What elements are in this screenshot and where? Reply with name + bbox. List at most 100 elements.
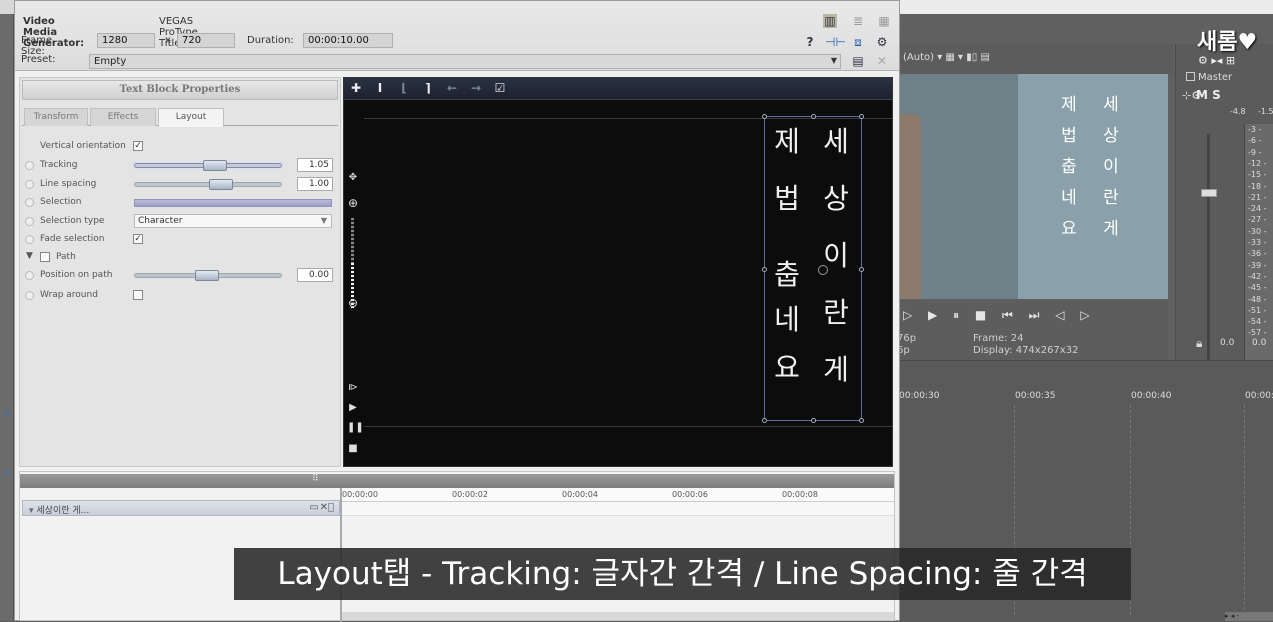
frame-height-field[interactable]: 720 <box>177 33 235 48</box>
mute-solo-buttons[interactable]: M S <box>1196 88 1221 102</box>
tracking-slider[interactable] <box>134 160 282 171</box>
position-on-path-slider[interactable] <box>134 270 282 281</box>
text-char: 상 <box>823 182 849 215</box>
resize-handle[interactable] <box>762 418 767 423</box>
text-char: 요 <box>774 351 800 384</box>
line-spacing-value-field[interactable]: 1.00 <box>297 177 333 191</box>
list-view-icon[interactable]: ≣ <box>851 14 865 28</box>
selected-text-block[interactable]: 세 상 이 란 게 제 법 춥 네 요 <box>762 114 864 423</box>
track-name: 세상이란 게... <box>36 506 90 516</box>
selection-type-dropdown[interactable]: Character ▼ <box>134 214 332 228</box>
ruler-label: 00:00:02 <box>452 490 488 499</box>
duration-label: Duration: <box>247 35 294 46</box>
selection-type-value: Character <box>138 216 183 226</box>
position-on-path-value-field[interactable]: 0.00 <box>297 268 333 282</box>
stop-icon[interactable]: ■ <box>347 443 359 454</box>
move-icon[interactable]: ✥ <box>347 172 359 183</box>
split-icon[interactable]: ⊣⊢ <box>825 35 846 49</box>
fit-frame-icon[interactable]: ⧈ <box>851 35 865 49</box>
copy-snapshot-icon[interactable]: ▮▯ <box>966 52 980 63</box>
timeline-ruler[interactable]: 00:00:00 00:00:02 00:00:04 00:00:06 00:0… <box>342 488 894 502</box>
preview-char: 게 <box>1103 219 1119 239</box>
resize-handle[interactable] <box>859 418 864 423</box>
animate-toggle-icon[interactable] <box>25 235 34 244</box>
titler-canvas[interactable]: ✚ I ⌊ ⌉ ← → ☑ ✥ ⊕ ⊖ ⧐ ▶ ❚❚ ■ 세 상 이 란 게 제… <box>343 77 893 467</box>
duration-field[interactable]: 00:00:10.00 <box>303 33 393 48</box>
help-icon[interactable]: ? <box>803 35 817 49</box>
preview-quality-dropdown[interactable]: (Auto) <box>903 52 934 63</box>
line-spacing-slider[interactable] <box>134 179 282 190</box>
align-right-icon[interactable]: ⌉ <box>420 81 436 95</box>
track-controls[interactable]: ▭✕⃠ <box>309 502 335 513</box>
master-fader[interactable] <box>1201 189 1217 197</box>
resize-handle[interactable] <box>859 114 864 119</box>
selection-range-bar[interactable] <box>134 199 332 207</box>
timeline-splitter[interactable] <box>20 474 894 488</box>
settings-gear-icon[interactable]: ⚙ <box>875 35 889 49</box>
save-snapshot-icon[interactable]: ▤ <box>980 52 989 63</box>
path-checkbox[interactable] <box>40 252 50 262</box>
fade-selection-checkbox[interactable]: ✓ <box>133 234 143 244</box>
properties-tabs: Transform Effects Layout <box>22 108 338 127</box>
meter-tick-label: -39 - <box>1248 260 1267 270</box>
vertical-orientation-checkbox[interactable]: ✓ <box>133 141 143 151</box>
titler-window: Video Media Generator: VEGAS ProType Tit… <box>14 0 900 622</box>
path-label: Path <box>56 252 76 262</box>
frame-width-field[interactable]: 1280 <box>97 33 155 48</box>
tab-layout[interactable]: Layout <box>158 108 224 127</box>
main-left-dock: ≡ ≡ <box>0 14 14 621</box>
timeline-zoom-buttons[interactable]: ▸ ◂ - <box>1225 612 1273 621</box>
delete-preset-icon[interactable]: ✕ <box>875 54 889 68</box>
display-value: 474x267x32 <box>1015 345 1079 356</box>
resize-handle[interactable] <box>859 267 864 272</box>
play-icon[interactable]: ▶ <box>347 402 359 413</box>
timeline-track-header[interactable]: ▾ 세상이란 게... ▭✕⃠ <box>22 500 340 516</box>
tracking-slider-thumb[interactable] <box>203 160 227 171</box>
row-selection-type: Selection type Character ▼ <box>24 214 340 229</box>
meter-tick-label: -54 - <box>1248 317 1267 327</box>
preset-dropdown[interactable]: Empty ▼ <box>89 54 841 69</box>
zoom-slider[interactable] <box>351 218 354 308</box>
pause-icon[interactable]: ❚❚ <box>347 422 364 433</box>
fader-slot <box>1207 134 1210 364</box>
arrow-right-icon[interactable]: → <box>468 81 484 95</box>
animate-toggle-icon[interactable] <box>25 161 34 170</box>
transport-buttons[interactable]: ▷ ▶ ⏸ ■ ⏮ ⏭ ◁ ▷ <box>903 308 1096 323</box>
meter-tick-label: -45 - <box>1248 283 1267 293</box>
meter-tick-label: -42 - <box>1248 271 1267 281</box>
animate-toggle-icon[interactable] <box>25 271 34 280</box>
tracking-value-field[interactable]: 1.05 <box>297 158 333 172</box>
position-on-path-slider-thumb[interactable] <box>195 270 219 281</box>
line-spacing-slider-thumb[interactable] <box>209 179 233 190</box>
zoom-in-icon[interactable]: ⊕ <box>347 196 359 210</box>
grid-view-icon[interactable]: ▦ <box>877 14 891 28</box>
animate-toggle-icon[interactable] <box>25 291 34 300</box>
resize-handle[interactable] <box>811 418 816 423</box>
grip-icon[interactable]: ⠿ <box>312 474 319 484</box>
align-left-icon[interactable]: ⌊ <box>396 81 412 95</box>
save-preset-icon[interactable]: ▤ <box>851 54 865 68</box>
text-cursor-icon[interactable]: I <box>372 81 388 95</box>
preview-char: 이 <box>1103 157 1119 177</box>
tab-effects[interactable]: Effects <box>90 108 156 126</box>
animate-toggle-icon[interactable] <box>25 198 34 207</box>
selection-type-label: Selection type <box>40 216 105 226</box>
animate-toggle-icon[interactable] <box>25 217 34 226</box>
wrap-around-checkbox[interactable] <box>133 290 143 300</box>
lock-icon[interactable]: 🔒︎ <box>1196 336 1202 351</box>
row-path: ▼ Path <box>24 251 340 265</box>
preview-char: 법 <box>1061 126 1077 146</box>
tab-transform[interactable]: Transform <box>24 108 88 126</box>
animate-toggle-icon[interactable] <box>25 180 34 189</box>
expand-triangle-icon[interactable]: ▼ <box>26 251 33 261</box>
add-text-icon[interactable]: ✚ <box>348 81 364 95</box>
arrow-left-icon[interactable]: ← <box>444 81 460 95</box>
timeline-track-lane[interactable] <box>342 502 894 516</box>
zoom-out-icon[interactable]: ⊖ <box>347 296 359 310</box>
text-block-properties-panel: Text Block Properties Transform Effects … <box>19 77 341 467</box>
timeline-scrollbar[interactable] <box>342 612 894 620</box>
checkbox-tool-icon[interactable]: ☑ <box>492 81 508 95</box>
panel-toggle-icon[interactable]: ▥ <box>823 14 837 28</box>
grid-icon[interactable]: ▦ ▾ <box>945 52 966 63</box>
step-play-icon[interactable]: ⧐ <box>347 382 359 393</box>
